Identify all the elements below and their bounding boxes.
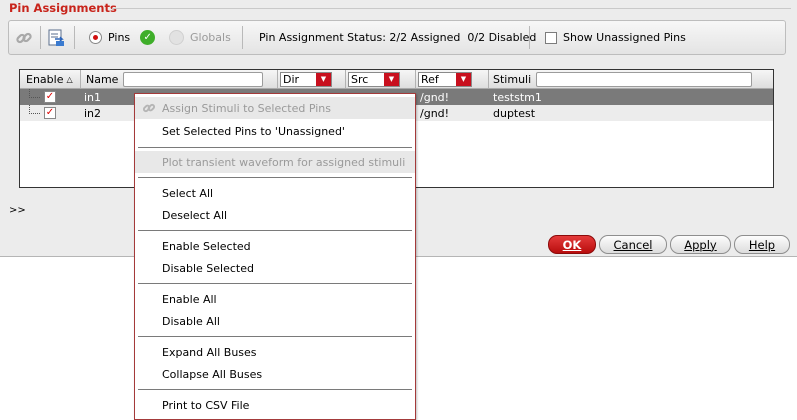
apply-label: Apply	[684, 237, 717, 252]
column-stimuli-label: Stimuli	[493, 72, 532, 86]
expand-button[interactable]: >>	[9, 205, 26, 216]
menu-item-expand-buses[interactable]: Expand All Buses	[135, 341, 415, 363]
menu-separator	[138, 177, 412, 178]
document-import-icon	[44, 26, 68, 50]
column-src: Src ▼	[346, 70, 416, 88]
ref-filter-dropdown[interactable]: Ref ▼	[418, 71, 472, 87]
menu-item-label: Expand All Buses	[162, 345, 257, 359]
checkmark-icon: ✓	[44, 107, 56, 119]
pins-radio[interactable]: Pins ✓	[89, 21, 156, 54]
menu-item-label: Disable All	[162, 314, 220, 328]
menu-item-print-csv[interactable]: Print to CSV File	[135, 394, 415, 416]
column-src-label: Src	[351, 72, 369, 86]
toolbar-divider	[40, 26, 41, 49]
menu-item-label: Enable All	[162, 292, 217, 306]
column-stimuli: Stimuli	[489, 70, 773, 88]
checkmark-icon: ✓	[44, 91, 56, 103]
toolbar-divider	[242, 26, 243, 49]
pin-name: in2	[84, 106, 102, 120]
globals-radio-indicator	[169, 30, 184, 45]
link-button[interactable]	[12, 21, 36, 54]
help-button[interactable]: Help	[734, 235, 790, 254]
tree-connector	[29, 89, 40, 98]
sort-ascending-icon: △	[66, 74, 73, 84]
menu-item-label: Deselect All	[162, 208, 228, 222]
assignment-status-text: Pin Assignment Status: 2/2 Assigned 0/2 …	[259, 31, 537, 44]
menu-separator	[138, 389, 412, 390]
show-unassigned-checkbox-box	[545, 31, 557, 44]
cancel-label: Cancel	[613, 237, 653, 252]
title-divider	[112, 8, 791, 9]
menu-separator	[138, 336, 412, 337]
cancel-button[interactable]: Cancel	[599, 235, 667, 254]
toolbar: Pins ✓ Globals Pin Assignment Status: 2/…	[8, 20, 786, 55]
menu-item-disable-all[interactable]: Disable All	[135, 310, 415, 332]
toolbar-divider	[74, 26, 75, 49]
stimuli-filter-input[interactable]	[536, 71, 753, 87]
name-filter-input[interactable]	[123, 71, 264, 87]
tree-connector	[29, 105, 40, 114]
column-name-label: Name	[86, 72, 119, 86]
menu-item-set-unassigned[interactable]: Set Selected Pins to 'Unassigned'	[135, 120, 415, 142]
menu-separator	[138, 283, 412, 284]
link-icon	[12, 26, 36, 50]
menu-separator	[138, 147, 412, 148]
enable-checkbox[interactable]: ✓	[44, 89, 56, 105]
assignment-status: Pin Assignment Status: 2/2 Assigned 0/2 …	[259, 21, 536, 54]
pin-name: in1	[84, 90, 102, 104]
menu-item-label: Select All	[162, 186, 214, 200]
chevron-down-icon: ▼	[316, 72, 331, 86]
menu-item-collapse-buses[interactable]: Collapse All Buses	[135, 363, 415, 385]
column-enable[interactable]: Enable △	[20, 70, 81, 88]
pins-radio-indicator	[89, 31, 102, 44]
apply-button[interactable]: Apply	[670, 235, 731, 254]
menu-item-deselect-all[interactable]: Deselect All	[135, 204, 415, 226]
menu-separator	[138, 230, 412, 231]
toolbar-divider	[529, 26, 530, 49]
menu-item-label: Set Selected Pins to 'Unassigned'	[162, 124, 345, 138]
chevron-down-icon: ▼	[456, 72, 471, 86]
column-dir: Dir ▼	[278, 70, 346, 88]
globals-radio[interactable]: Globals	[169, 21, 231, 54]
column-name: Name	[81, 70, 278, 88]
menu-item-label: Collapse All Buses	[162, 367, 263, 381]
link-icon	[142, 101, 156, 118]
column-dir-label: Dir	[283, 72, 300, 86]
menu-item-select-all[interactable]: Select All	[135, 182, 415, 204]
show-unassigned-label: Show Unassigned Pins	[563, 31, 686, 44]
menu-item-assign-stimuli[interactable]: Assign Stimuli to Selected Pins	[135, 97, 415, 119]
check-icon: ✓	[140, 30, 156, 45]
pin-stimuli: duptest	[493, 106, 536, 120]
src-filter-dropdown[interactable]: Src ▼	[348, 71, 400, 87]
menu-item-label: Print to CSV File	[162, 398, 250, 412]
menu-item-label: Enable Selected	[162, 239, 251, 253]
ok-label: OK	[562, 237, 582, 252]
menu-item-label: Disable Selected	[162, 261, 254, 275]
pins-radio-label: Pins	[108, 31, 131, 44]
menu-item-enable-selected[interactable]: Enable Selected	[135, 235, 415, 257]
column-ref-label: Ref	[421, 72, 439, 86]
menu-item-plot-transient[interactable]: Plot transient waveform for assigned sti…	[135, 151, 415, 173]
menu-item-label: Assign Stimuli to Selected Pins	[162, 101, 332, 115]
column-enable-label: Enable	[26, 72, 64, 86]
column-ref: Ref ▼	[416, 70, 489, 88]
table-header: Enable △ Name Dir ▼ Src ▼ Ref ▼ Stimuli	[20, 70, 773, 89]
help-label: Help	[748, 237, 776, 252]
menu-item-disable-selected[interactable]: Disable Selected	[135, 257, 415, 279]
context-menu: Assign Stimuli to Selected Pins Set Sele…	[134, 93, 416, 420]
ok-button[interactable]: OK	[548, 235, 596, 254]
import-stimuli-button[interactable]	[44, 21, 68, 54]
dir-filter-dropdown[interactable]: Dir ▼	[280, 71, 332, 87]
enable-checkbox[interactable]: ✓	[44, 105, 56, 121]
panel-title: Pin Assignments	[9, 1, 117, 15]
show-unassigned-checkbox[interactable]: Show Unassigned Pins	[545, 21, 686, 54]
globals-radio-label: Globals	[190, 31, 231, 44]
pin-ref: /gnd!	[420, 106, 450, 120]
pin-stimuli: teststm1	[493, 90, 542, 104]
pin-ref: /gnd!	[420, 90, 450, 104]
chevron-down-icon: ▼	[384, 72, 399, 86]
menu-item-enable-all[interactable]: Enable All	[135, 288, 415, 310]
menu-item-label: Plot transient waveform for assigned sti…	[162, 155, 406, 169]
